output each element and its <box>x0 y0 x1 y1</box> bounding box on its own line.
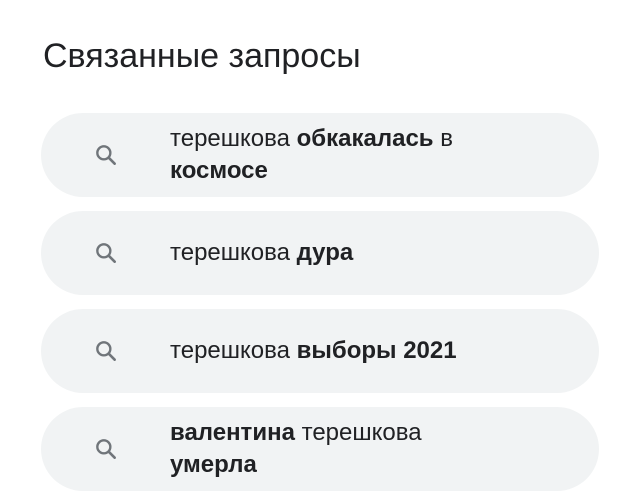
search-icon <box>91 238 121 268</box>
search-icon <box>91 336 121 366</box>
related-search-text: валентина терешкова умерла <box>170 419 422 478</box>
section-heading: Связанные запросы <box>43 37 361 75</box>
related-search-item[interactable]: валентина терешкова умерла <box>41 407 599 491</box>
search-icon <box>91 434 121 464</box>
related-search-item[interactable]: терешкова обкакалась в космосе <box>41 113 599 197</box>
related-search-text: терешкова дура <box>170 239 354 266</box>
search-icon <box>91 140 121 170</box>
related-search-text: терешкова обкакалась в космосе <box>170 125 453 184</box>
related-search-item[interactable]: терешкова дура <box>41 211 599 295</box>
related-search-text: терешкова выборы 2021 <box>170 337 457 364</box>
related-search-item[interactable]: терешкова выборы 2021 <box>41 309 599 393</box>
related-searches-list: терешкова обкакалась в космосе терешкова… <box>41 113 599 491</box>
related-searches-panel: Связанные запросы терешкова обкакалась в… <box>0 0 618 500</box>
